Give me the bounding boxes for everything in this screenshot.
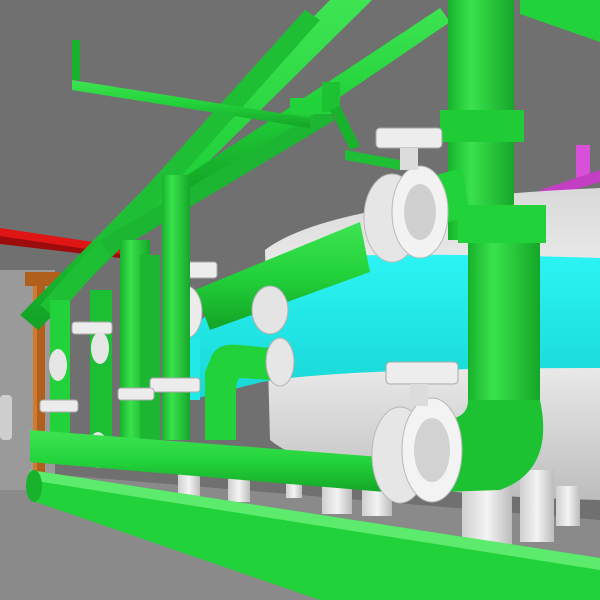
piping-render	[0, 0, 600, 600]
left-equipment	[0, 395, 12, 440]
